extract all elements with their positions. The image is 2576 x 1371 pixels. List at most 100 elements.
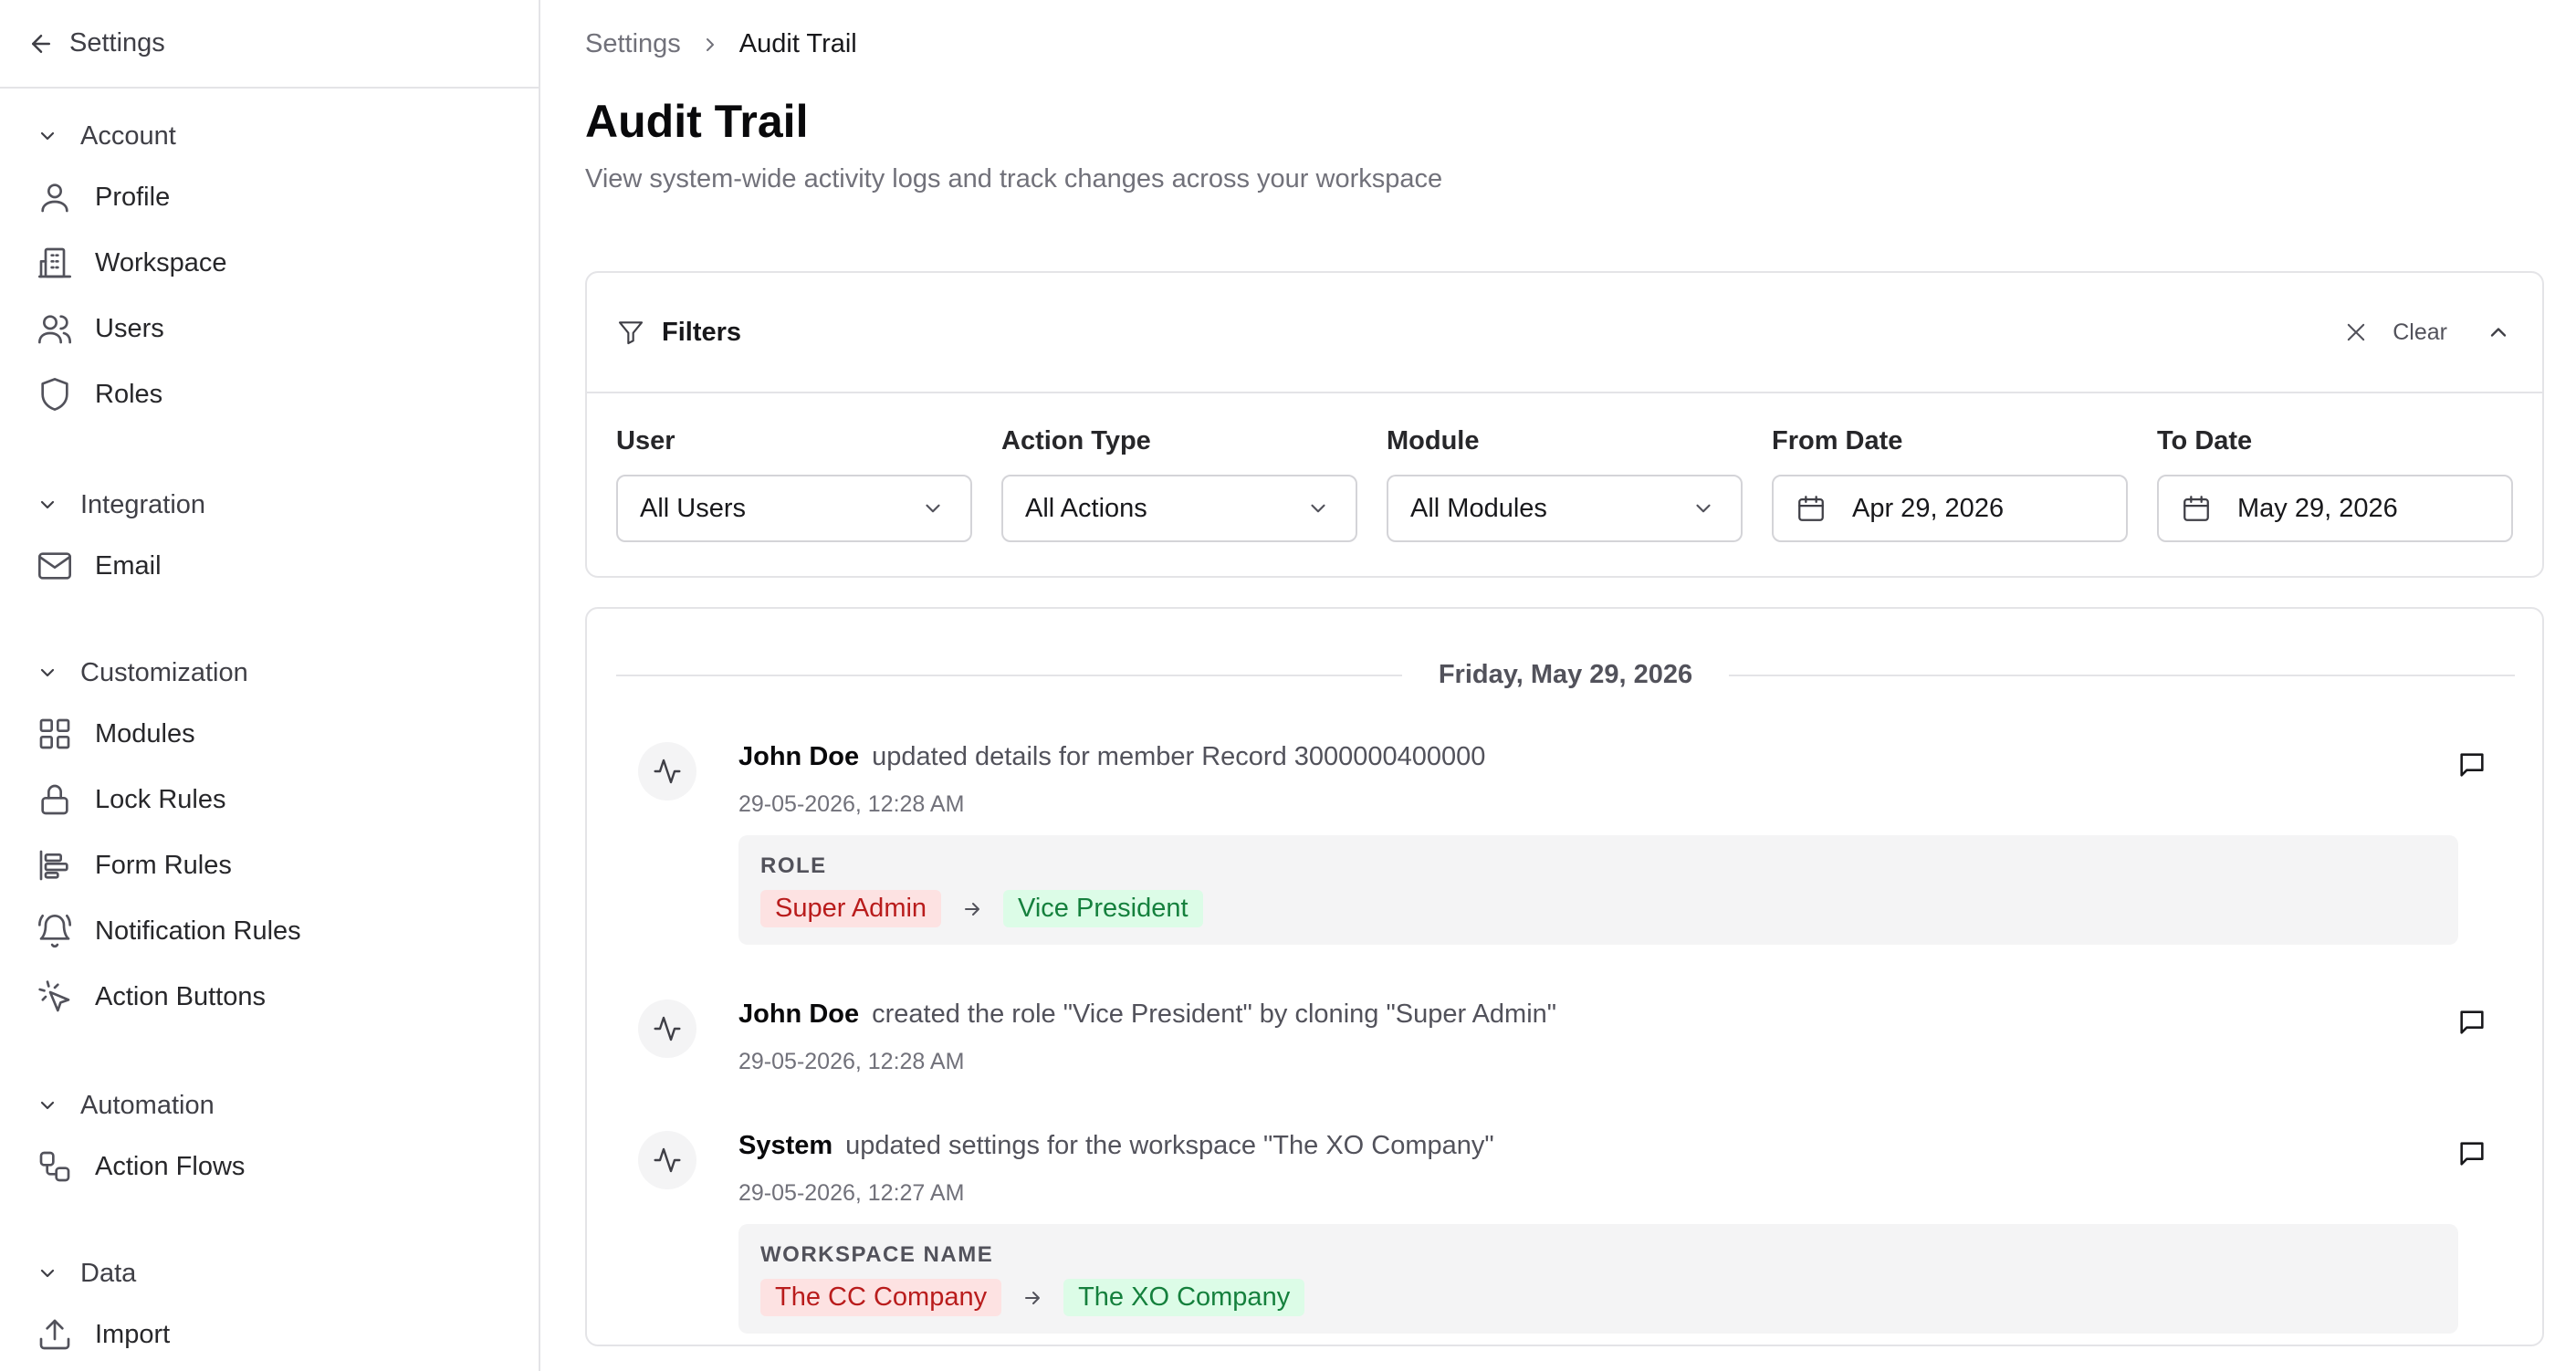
chevron-down-icon	[40, 1269, 55, 1278]
select-value: All Users	[640, 493, 747, 523]
clear-filters-button[interactable]: Clear	[2343, 319, 2447, 346]
chevron-down-icon	[40, 1101, 55, 1110]
action-type-select[interactable]: All Actions	[1001, 475, 1357, 542]
new-value: The XO Company	[1063, 1279, 1305, 1316]
bell-ring-icon	[38, 915, 71, 948]
group-toggle-data[interactable]: Data	[0, 1251, 539, 1296]
comment-icon[interactable]	[2456, 1138, 2487, 1169]
comment-icon[interactable]	[2456, 749, 2487, 780]
chevron-down-icon	[40, 131, 55, 141]
workflow-icon	[39, 1151, 70, 1182]
sidebar-group-customization: Customization Modules Lock Rules Form Ru…	[0, 650, 539, 1030]
sidebar-item-label: Lock Rules	[95, 784, 226, 814]
group-toggle-customization[interactable]: Customization	[0, 650, 539, 696]
sidebar-group-account: Account Profile Workspace Users Roles	[0, 113, 539, 427]
group-label: Customization	[80, 657, 248, 687]
filter-icon	[618, 321, 644, 345]
sidebar-group-data: Data Import	[0, 1251, 539, 1367]
sidebar-item-roles[interactable]: Roles	[0, 361, 539, 427]
page-title: Audit Trail	[585, 96, 809, 147]
settings-sidebar: Settings Account Profile Workspace Users…	[0, 0, 540, 1371]
chevron-up-icon[interactable]	[2486, 319, 2511, 345]
from-date-picker[interactable]: Apr 29, 2026	[1772, 475, 2128, 542]
breadcrumb: Settings Audit Trail	[585, 29, 857, 59]
breadcrumb-settings-link[interactable]: Settings	[585, 29, 681, 59]
mail-icon	[38, 552, 71, 580]
old-value: Super Admin	[760, 890, 942, 927]
users-icon	[38, 315, 71, 344]
breadcrumb-current: Audit Trail	[738, 29, 857, 58]
chevron-down-icon	[40, 668, 55, 677]
calendar-icon	[1798, 496, 1824, 521]
filter-module: Module All Modules	[1387, 426, 1743, 542]
sidebar-item-label: Notification Rules	[95, 916, 301, 946]
sidebar-item-label: Users	[95, 313, 164, 343]
changed-field-name: ROLE	[760, 853, 827, 878]
date-header: Friday, May 29, 2026	[1438, 660, 1693, 689]
module-select[interactable]: All Modules	[1387, 475, 1743, 542]
activity-log: Friday, May 29, 2026 John Doe updated det…	[585, 607, 2544, 1346]
sidebar-item-email[interactable]: Email	[0, 533, 539, 599]
sidebar-item-form-rules[interactable]: Form Rules	[0, 832, 539, 898]
sidebar-item-label: Email	[95, 550, 162, 581]
sidebar-item-notification-rules[interactable]: Notification Rules	[0, 898, 539, 964]
sidebar-item-label: Form Rules	[95, 850, 232, 880]
grid-icon	[39, 718, 70, 749]
chevron-down-icon	[1311, 504, 1325, 513]
filters-title: Filters	[662, 317, 742, 347]
back-to-settings[interactable]: Settings	[0, 0, 539, 89]
filter-user: User All Users	[616, 426, 972, 542]
changed-field-name: WORKSPACE NAME	[760, 1242, 994, 1267]
sidebar-item-profile[interactable]: Profile	[0, 164, 539, 230]
sidebar-item-action-buttons[interactable]: Action Buttons	[0, 964, 539, 1030]
activity-icon	[654, 1147, 681, 1173]
entry-actor: System	[738, 1131, 833, 1160]
sidebar-item-action-flows[interactable]: Action Flows	[0, 1134, 539, 1199]
user-icon	[41, 183, 68, 213]
group-toggle-integration[interactable]: Integration	[0, 482, 539, 528]
sidebar-group-automation: Automation Action Flows	[0, 1083, 539, 1199]
calendar-icon	[2183, 496, 2209, 521]
sidebar-item-users[interactable]: Users	[0, 296, 539, 361]
align-left-icon	[39, 850, 68, 881]
entry-summary: John Doe updated details for member Recor…	[738, 742, 1485, 772]
entry-message: updated details for member Record 300000…	[872, 742, 1486, 771]
filter-label: Module	[1387, 426, 1480, 455]
chevron-right-icon	[706, 37, 714, 51]
filter-action-type: Action Type All Actions	[1001, 426, 1357, 542]
sidebar-item-workspace[interactable]: Workspace	[0, 230, 539, 296]
entry-summary: John Doe created the role "Vice President…	[738, 999, 1556, 1030]
new-value: Vice President	[1003, 890, 1203, 927]
sidebar-item-label: Workspace	[95, 247, 227, 277]
comment-icon[interactable]	[2456, 1007, 2487, 1038]
entry-actor: John Doe	[738, 742, 860, 771]
activity-icon	[654, 759, 681, 784]
filter-label: To Date	[2157, 426, 2253, 455]
activity-avatar	[638, 742, 696, 801]
sidebar-item-modules[interactable]: Modules	[0, 701, 539, 767]
divider-line	[1729, 674, 2516, 676]
user-select[interactable]: All Users	[616, 475, 972, 542]
entry-timestamp: 29-05-2026, 12:28 AM	[738, 1049, 965, 1074]
sidebar-item-label: Profile	[95, 182, 171, 212]
entry-actor: John Doe	[738, 999, 860, 1029]
group-label: Data	[80, 1258, 137, 1288]
filter-from-date: From Date Apr 29, 2026	[1772, 426, 2128, 542]
date-divider: Friday, May 29, 2026	[616, 660, 2516, 690]
page-description: View system-wide activity logs and track…	[585, 164, 1443, 194]
building-icon	[38, 247, 71, 278]
to-date-picker[interactable]: May 29, 2026	[2157, 475, 2513, 542]
close-icon	[2348, 323, 2365, 341]
group-toggle-account[interactable]: Account	[0, 113, 539, 159]
filter-label: From Date	[1772, 426, 1903, 455]
activity-avatar	[638, 1131, 696, 1189]
sidebar-item-label: Modules	[95, 718, 195, 748]
sidebar-group-integration: Integration Email	[0, 482, 539, 599]
date-value: Apr 29, 2026	[1852, 493, 2005, 523]
sidebar-item-label: Action Buttons	[95, 981, 266, 1011]
group-toggle-automation[interactable]: Automation	[0, 1083, 539, 1128]
back-label: Settings	[69, 28, 165, 58]
group-label: Account	[80, 120, 176, 151]
sidebar-item-lock-rules[interactable]: Lock Rules	[0, 767, 539, 832]
sidebar-item-import[interactable]: Import	[0, 1302, 539, 1367]
